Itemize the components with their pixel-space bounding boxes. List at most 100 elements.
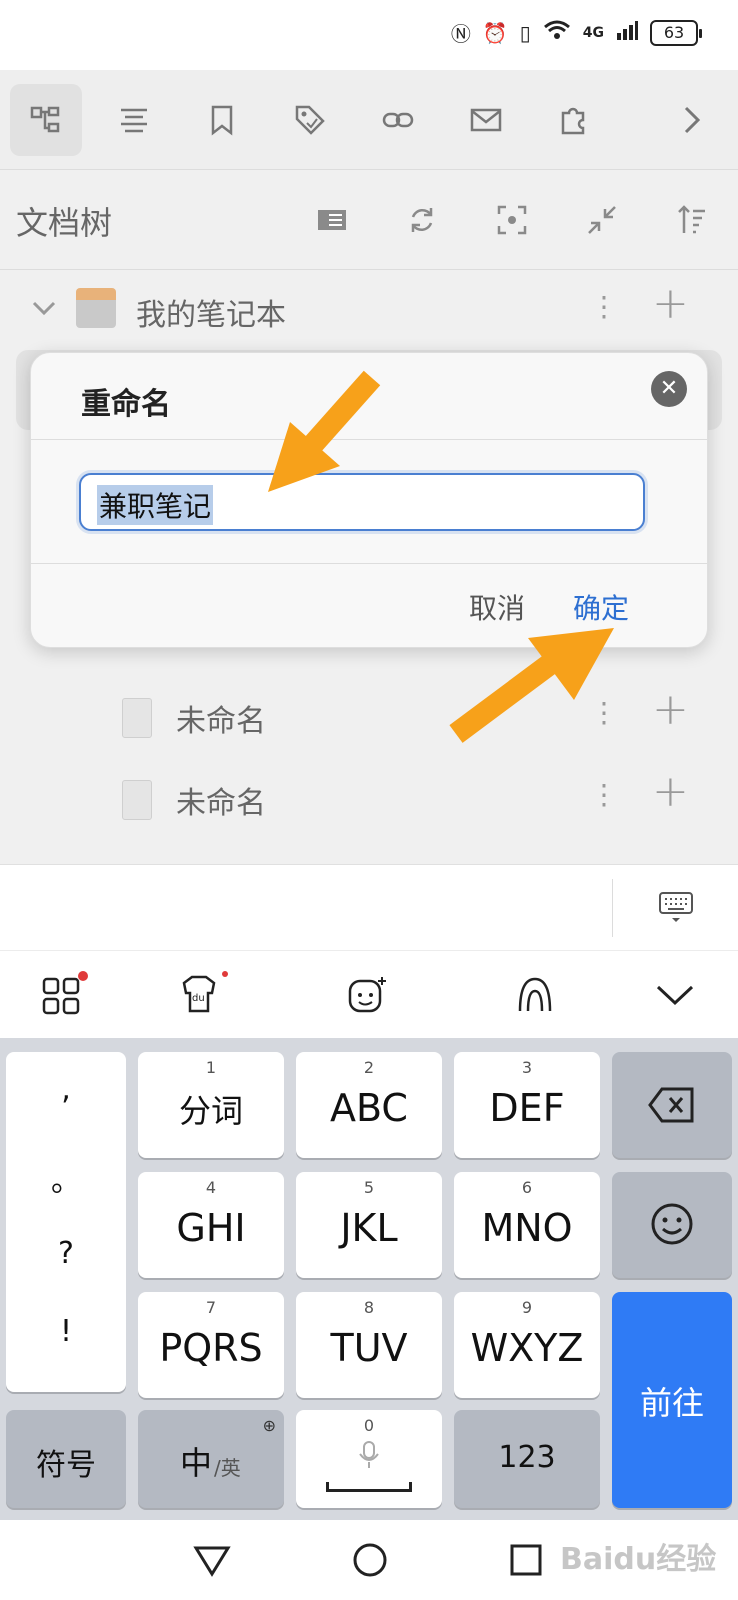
notebook-label: 我的笔记本: [136, 298, 286, 333]
home-icon[interactable]: [350, 1540, 390, 1580]
tree-header: 文档树: [0, 170, 738, 270]
watermark: Baidu经验: [560, 1542, 717, 1577]
punctuation-column[interactable]: , 。 ? !: [6, 1052, 126, 1392]
skin-icon[interactable]: du: [176, 971, 228, 1017]
key-2[interactable]: 2 ABC: [296, 1052, 442, 1158]
outline-icon[interactable]: [98, 84, 170, 156]
numeric-label: 123: [498, 1440, 556, 1475]
navigation-bar: Baidu经验: [0, 1520, 738, 1600]
list-item[interactable]: 未命名 ⋮ +: [0, 678, 738, 758]
key-label: MNO: [481, 1206, 573, 1250]
backspace-icon: [648, 1087, 694, 1123]
chevron-right-icon[interactable]: [656, 84, 728, 156]
svg-text:du: du: [192, 993, 205, 1004]
emoji-icon: [651, 1203, 693, 1245]
emoji-button[interactable]: [612, 1172, 732, 1278]
sort-icon[interactable]: [672, 200, 712, 240]
refresh-icon[interactable]: [402, 200, 442, 240]
symbols-label: 符号: [36, 1448, 96, 1483]
key-9[interactable]: 9 WXYZ: [454, 1292, 600, 1398]
focus-icon[interactable]: [492, 200, 532, 240]
nfc-icon: Ⓝ: [450, 22, 471, 46]
key-6[interactable]: 6 MNO: [454, 1172, 600, 1278]
rename-input-value: 兼职笔记: [97, 485, 214, 525]
notification-dot: [222, 971, 228, 977]
chevron-down-icon[interactable]: [30, 294, 58, 326]
apps-grid-icon[interactable]: [40, 971, 88, 1017]
keyboard: , 。 ? ! 1 分词 2 ABC 3 DEF 4 GHI 5 JKL 6 M…: [0, 1038, 738, 1520]
recents-icon[interactable]: [506, 1540, 546, 1580]
tree-icon[interactable]: [10, 84, 82, 156]
key-number: 3: [521, 1058, 533, 1077]
back-icon[interactable]: [192, 1540, 232, 1580]
punct-key[interactable]: !: [6, 1314, 126, 1349]
add-icon[interactable]: +: [652, 684, 689, 735]
cancel-button[interactable]: 取消: [469, 587, 525, 627]
add-icon[interactable]: +: [652, 278, 689, 329]
bookmark-icon[interactable]: [186, 84, 258, 156]
symbols-button[interactable]: 符号: [6, 1410, 126, 1508]
key-label: GHI: [176, 1206, 246, 1250]
notebook-box-icon: [76, 288, 116, 328]
key-3[interactable]: 3 DEF: [454, 1052, 600, 1158]
punct-key[interactable]: 。: [6, 1156, 126, 1200]
network-type: 4G: [582, 24, 604, 41]
lang-label: 中: [180, 1444, 213, 1482]
collapse-icon[interactable]: [582, 200, 622, 240]
key-label: WXYZ: [470, 1326, 584, 1370]
key-label: JKL: [340, 1206, 398, 1250]
key-label: DEF: [489, 1086, 565, 1130]
chevron-down-icon[interactable]: [652, 971, 698, 1017]
status-bar: Ⓝ ⏰ ▯ 4G 63: [0, 0, 738, 70]
language-switch-button[interactable]: 中 /英 ⊕: [138, 1410, 284, 1508]
plugin-icon[interactable]: [538, 84, 610, 156]
signal-icon: [616, 19, 638, 46]
notebook-row[interactable]: 我的笔记本 ⋮ +: [0, 272, 738, 352]
key-label: PQRS: [159, 1326, 263, 1370]
space-button[interactable]: 0: [296, 1410, 442, 1508]
go-button[interactable]: 前往: [612, 1292, 732, 1508]
key-7[interactable]: 7 PQRS: [138, 1292, 284, 1398]
punct-key[interactable]: ,: [6, 1072, 126, 1107]
status-icons: Ⓝ ⏰ ▯ 4G 63: [450, 18, 702, 47]
close-icon[interactable]: ✕: [651, 371, 687, 407]
vibrate-icon: ▯: [519, 20, 531, 45]
more-icon[interactable]: ⋮: [590, 778, 618, 811]
wifi-icon: [543, 19, 571, 46]
voice-assistant-icon[interactable]: [512, 971, 558, 1017]
key-number: 2: [363, 1058, 375, 1077]
add-icon[interactable]: +: [652, 766, 689, 817]
lang-sub-label: /英: [214, 1456, 241, 1480]
numeric-button[interactable]: 123: [454, 1410, 600, 1508]
annotation-arrow-input: [268, 370, 381, 492]
backspace-button[interactable]: [612, 1052, 732, 1158]
link-icon[interactable]: [362, 84, 434, 156]
list-item[interactable]: 未命名 ⋮ +: [0, 760, 738, 840]
globe-icon: ⊕: [262, 1416, 276, 1435]
key-8[interactable]: 8 TUV: [296, 1292, 442, 1398]
tag-icon[interactable]: [274, 84, 346, 156]
dialog-title: 重命名: [81, 387, 171, 422]
tree-title: 文档树: [16, 204, 113, 242]
confirm-button[interactable]: 确定: [573, 587, 629, 627]
key-number: 0: [363, 1416, 375, 1435]
notification-dot: [78, 971, 88, 981]
key-1[interactable]: 1 分词: [138, 1052, 284, 1158]
key-number: 9: [521, 1298, 533, 1317]
battery-indicator: 63: [650, 19, 702, 46]
input-accessory-bar: [0, 864, 738, 950]
key-number: 6: [521, 1178, 533, 1197]
more-icon[interactable]: ⋮: [590, 290, 618, 323]
sticker-icon[interactable]: [344, 971, 390, 1017]
space-bar-icon: [326, 1482, 412, 1492]
key-4[interactable]: 4 GHI: [138, 1172, 284, 1278]
go-label: 前往: [639, 1384, 704, 1422]
punct-key[interactable]: ?: [6, 1236, 126, 1271]
document-icon: [122, 780, 152, 820]
key-5[interactable]: 5 JKL: [296, 1172, 442, 1278]
document-icon: [122, 698, 152, 738]
mail-icon[interactable]: [450, 84, 522, 156]
doc-label: 未命名: [176, 704, 266, 739]
keyboard-hide-icon[interactable]: [658, 889, 694, 925]
panel-icon[interactable]: [312, 200, 352, 240]
